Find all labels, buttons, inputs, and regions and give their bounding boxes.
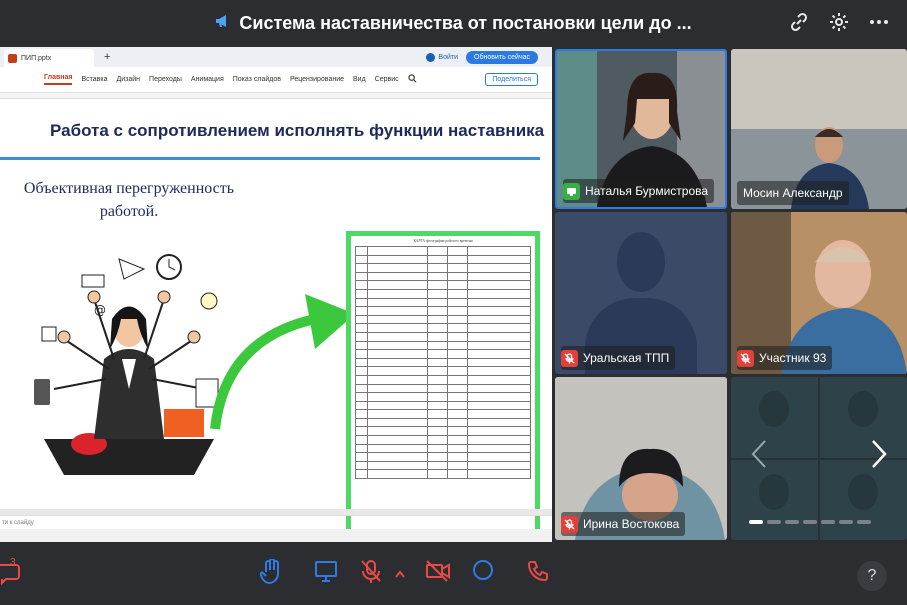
top-bar: Система наставничества от постановки цел… (0, 0, 907, 46)
mic-on-icon (563, 182, 580, 200)
meeting-title-text: Система наставничества от постановки цел… (239, 12, 692, 33)
participant-name: Уральская ТПП (583, 351, 670, 365)
participant-name: Наталья Бурмистрова (585, 184, 709, 198)
page-dot[interactable] (749, 520, 763, 524)
svg-text:@: @ (94, 303, 106, 317)
document-table (355, 246, 531, 480)
participant-tile[interactable]: Наталья Бурмистрова (555, 49, 727, 209)
microphone-muted-button[interactable] (360, 559, 382, 592)
page-dot[interactable] (839, 520, 853, 524)
megaphone-icon (215, 14, 231, 32)
screen-share-button[interactable] (314, 559, 338, 590)
time-map-document: КАРТА фотографии рабочего времени (346, 231, 540, 542)
record-button[interactable] (472, 559, 494, 588)
page-dot[interactable] (821, 520, 835, 524)
participant-name: Ирина Востокова (583, 517, 680, 531)
page-dot[interactable] (785, 520, 799, 524)
chevron-right-icon[interactable] (871, 439, 887, 478)
ribbon-tab-view[interactable]: Вид (353, 76, 366, 83)
gear-icon[interactable] (829, 12, 849, 37)
raise-hand-button[interactable] (259, 558, 282, 592)
more-participants-tile[interactable] (731, 377, 907, 540)
chat-count-badge: 3 (10, 557, 16, 568)
avatar-silhouette-head (617, 232, 665, 292)
meeting-title: Система наставничества от постановки цел… (215, 12, 692, 34)
participant-name-bar: Ирина Востокова (561, 512, 686, 536)
slide-title-rule (0, 157, 540, 160)
conference-window: Система наставничества от постановки цел… (0, 0, 907, 605)
new-tab-icon[interactable]: + (104, 51, 110, 63)
mic-muted-icon (561, 515, 578, 533)
shared-screen: ПИП.pptx + Войти Обновить сейчас Главная… (0, 47, 552, 542)
ribbon-tab-design[interactable]: Дизайн (117, 76, 141, 83)
slide-canvas[interactable]: Работа с сопротивлением исполнять функци… (0, 109, 552, 542)
browser-tab[interactable]: ПИП.pptx (4, 49, 94, 67)
chevron-left-icon[interactable] (751, 439, 767, 478)
ribbon-tabs: Главная Вставка Дизайн Переходы Анимация… (0, 67, 552, 93)
bottom-toolbar: 3 ? (0, 545, 907, 605)
participant-tile[interactable]: Ирина Востокова (555, 377, 727, 540)
ribbon-divider (0, 93, 552, 99)
slide-subtitle: Объективная перегруженность работой. (23, 180, 235, 220)
chat-button[interactable]: 3 (0, 557, 20, 592)
participant-name-bar: Мосин Александр (737, 181, 849, 205)
signin-link[interactable]: Войти (426, 52, 459, 62)
participant-name-bar: Уральская ТПП (561, 346, 676, 370)
chevron-up-icon[interactable] (395, 565, 405, 581)
page-indicator (749, 520, 871, 524)
share-button[interactable]: Поделиться (485, 73, 538, 86)
participant-tile[interactable]: Уральская ТПП (555, 212, 727, 374)
mic-muted-icon (561, 349, 578, 367)
page-dot[interactable] (767, 520, 781, 524)
browser-tab-label: ПИП.pptx (21, 54, 52, 62)
upgrade-button[interactable]: Обновить сейчас (466, 50, 538, 64)
powerpoint-icon (8, 53, 17, 63)
participant-name: Участник 93 (759, 351, 827, 365)
slide-title: Работа с сопротивлением исполнять функци… (50, 121, 545, 140)
ribbon-tab-transitions[interactable]: Переходы (149, 76, 182, 83)
placeholder-tile (731, 459, 818, 540)
placeholder-tile (820, 459, 907, 540)
status-bar (0, 529, 552, 542)
camera-off-button[interactable] (425, 559, 451, 590)
participant-tile[interactable]: Участник 93 (731, 212, 907, 374)
signin-label: Войти (438, 53, 459, 61)
ribbon-tab-insert[interactable]: Вставка (81, 76, 107, 83)
green-arrow-icon (210, 294, 355, 430)
placeholder-tile (820, 377, 907, 458)
page-dot[interactable] (857, 520, 871, 524)
participant-name: Мосин Александр (743, 186, 843, 200)
multitasking-woman-illustration: @ (24, 239, 234, 475)
placeholder-tile (731, 377, 818, 458)
participant-tile[interactable]: Мосин Александр (731, 49, 907, 209)
page-dot[interactable] (803, 520, 817, 524)
slide-notes[interactable]: ти к слайду (0, 515, 552, 529)
browser-tab-bar: ПИП.pptx + Войти Обновить сейчас (0, 47, 552, 67)
search-icon[interactable] (408, 74, 417, 85)
mic-muted-icon (737, 349, 754, 367)
hang-up-button[interactable] (526, 559, 550, 590)
ribbon-tab-review[interactable]: Рецензирование (290, 76, 344, 83)
link-icon[interactable] (789, 12, 809, 37)
participant-name-bar: Наталья Бурмистрова (563, 179, 715, 203)
avatar-icon (426, 52, 436, 62)
ribbon-tab-animation[interactable]: Анимация (191, 76, 224, 83)
participant-name-bar: Участник 93 (737, 346, 833, 370)
ribbon-tab-slideshow[interactable]: Показ слайдов (233, 76, 281, 83)
document-title: КАРТА фотографии рабочего времени (413, 239, 473, 243)
help-button[interactable]: ? (857, 561, 887, 591)
ribbon-tab-tools[interactable]: Сервис (375, 76, 399, 83)
top-right-icons (789, 12, 889, 37)
more-icon[interactable] (869, 12, 889, 37)
ribbon-tab-home[interactable]: Главная (44, 74, 73, 85)
